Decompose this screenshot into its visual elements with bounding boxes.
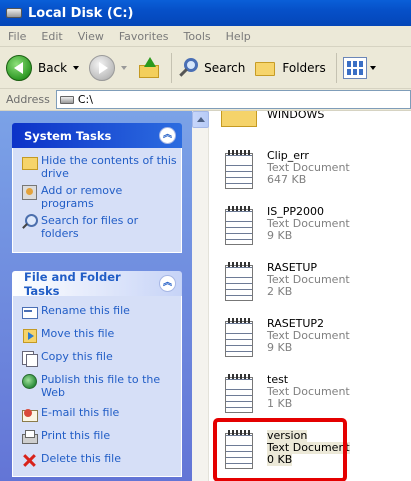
selection-highlight-box: [213, 418, 347, 481]
file-size: 9 KB: [267, 229, 293, 242]
file-size: 2 KB: [267, 285, 293, 298]
address-field[interactable]: C:\: [55, 90, 411, 109]
list-item-rasetup2[interactable]: RASETUP2 Text Document 9 KB: [209, 310, 409, 362]
title-bar[interactable]: Local Disk (C:): [0, 0, 411, 26]
text-document-icon: [223, 374, 255, 414]
forward-arrow-icon: [89, 54, 116, 81]
system-tasks-title: System Tasks: [24, 128, 112, 143]
menu-file[interactable]: File: [0, 30, 33, 43]
menu-edit[interactable]: Edit: [33, 30, 69, 43]
copy-icon: [21, 350, 38, 367]
task-publish-web[interactable]: Publish this file to the Web: [21, 373, 177, 399]
folders-button[interactable]: Folders: [255, 51, 326, 85]
forward-dropdown-icon[interactable]: [121, 65, 128, 70]
toolbar: Back Search Folders: [0, 47, 411, 89]
task-hide-drive-contents[interactable]: Hide the contents of this drive: [21, 154, 177, 180]
system-tasks-panel: System Tasks ︽ Hide the contents of this…: [12, 123, 182, 253]
views-dropdown-icon[interactable]: [369, 65, 376, 70]
menu-tools[interactable]: Tools: [176, 30, 218, 43]
collapse-chevron-icon[interactable]: ︽: [159, 127, 176, 144]
address-label: Address: [6, 93, 50, 106]
list-item-windows[interactable]: WINDOWS: [209, 111, 409, 131]
file-folder-tasks-title: File and Folder Tasks: [24, 269, 121, 298]
folder-icon: [21, 154, 38, 170]
search-icon: [21, 214, 38, 230]
back-arrow-icon: [6, 54, 32, 81]
forward-button[interactable]: [89, 51, 133, 85]
file-size: 9 KB: [267, 341, 293, 354]
list-item-test[interactable]: test Text Document 1 KB: [209, 366, 409, 418]
task-pane: System Tasks ︽ Hide the contents of this…: [0, 111, 192, 481]
up-folder-icon: [137, 56, 161, 79]
text-document-icon: [223, 318, 255, 358]
file-folder-tasks-panel: File and Folder Tasks ︽ Rename this file…: [12, 269, 182, 477]
menu-help[interactable]: Help: [218, 30, 258, 43]
text-document-icon: [223, 206, 255, 246]
task-delete-file[interactable]: Delete this file: [21, 452, 177, 468]
file-size: 1 KB: [267, 397, 293, 410]
drive-small-icon: [59, 95, 74, 104]
scroll-up-arrow-icon: [196, 117, 205, 122]
task-rename-file[interactable]: Rename this file: [21, 304, 177, 320]
back-button[interactable]: Back: [6, 51, 85, 85]
task-move-file[interactable]: Move this file: [21, 327, 177, 343]
views-icon: [342, 56, 367, 79]
address-bar: Address C:\: [0, 89, 411, 111]
file-size: 647 KB: [267, 173, 307, 186]
task-copy-file[interactable]: Copy this file: [21, 350, 177, 367]
back-label: Back: [38, 60, 68, 75]
task-search-files[interactable]: Search for files or folders: [21, 214, 177, 240]
menu-bar: File Edit View Favorites Tools Help: [0, 26, 411, 47]
print-icon: [21, 429, 38, 445]
system-tasks-header[interactable]: System Tasks ︽: [12, 123, 182, 148]
folder-icon: [221, 111, 257, 127]
delete-icon: [21, 452, 37, 468]
scroll-up-button[interactable]: [192, 111, 209, 128]
rename-icon: [21, 304, 38, 320]
up-button[interactable]: [137, 51, 161, 85]
address-value: C:\: [77, 93, 93, 106]
task-email-file[interactable]: E-mail this file: [21, 406, 177, 422]
list-item-clip-err[interactable]: Clip_err Text Document 647 KB: [209, 142, 409, 194]
views-button[interactable]: [342, 51, 382, 85]
menu-view[interactable]: View: [70, 30, 111, 43]
text-document-icon: [223, 262, 255, 302]
search-icon: [178, 57, 200, 79]
search-button[interactable]: Search: [178, 51, 245, 85]
web-publish-icon: [21, 373, 37, 389]
file-folder-tasks-header[interactable]: File and Folder Tasks ︽: [12, 269, 182, 298]
back-dropdown-icon[interactable]: [73, 65, 80, 70]
collapse-chevron-icon[interactable]: ︽: [159, 275, 176, 292]
task-add-remove-programs[interactable]: Add or remove programs: [21, 184, 177, 210]
task-print-file[interactable]: Print this file: [21, 429, 177, 445]
search-label: Search: [204, 60, 246, 75]
add-remove-programs-icon: [21, 184, 37, 200]
text-document-icon: [223, 150, 255, 190]
toolbar-separator-2: [335, 52, 337, 83]
menu-favorites[interactable]: Favorites: [111, 30, 176, 43]
drive-icon: [6, 8, 22, 18]
toolbar-separator: [171, 52, 173, 83]
folders-icon: [255, 59, 277, 77]
vertical-scrollbar[interactable]: [192, 111, 209, 481]
list-item-rasetup[interactable]: RASETUP Text Document 2 KB: [209, 254, 409, 306]
window-title: Local Disk (C:): [28, 5, 134, 21]
file-name: WINDOWS: [267, 111, 325, 121]
email-icon: [21, 406, 38, 422]
file-list-pane: WINDOWS Clip_err Text Document 647 KB IS…: [192, 111, 411, 481]
move-icon: [21, 327, 37, 343]
folders-label: Folders: [282, 60, 326, 75]
list-item-is-pp2000[interactable]: IS_PP2000 Text Document 9 KB: [209, 198, 409, 250]
